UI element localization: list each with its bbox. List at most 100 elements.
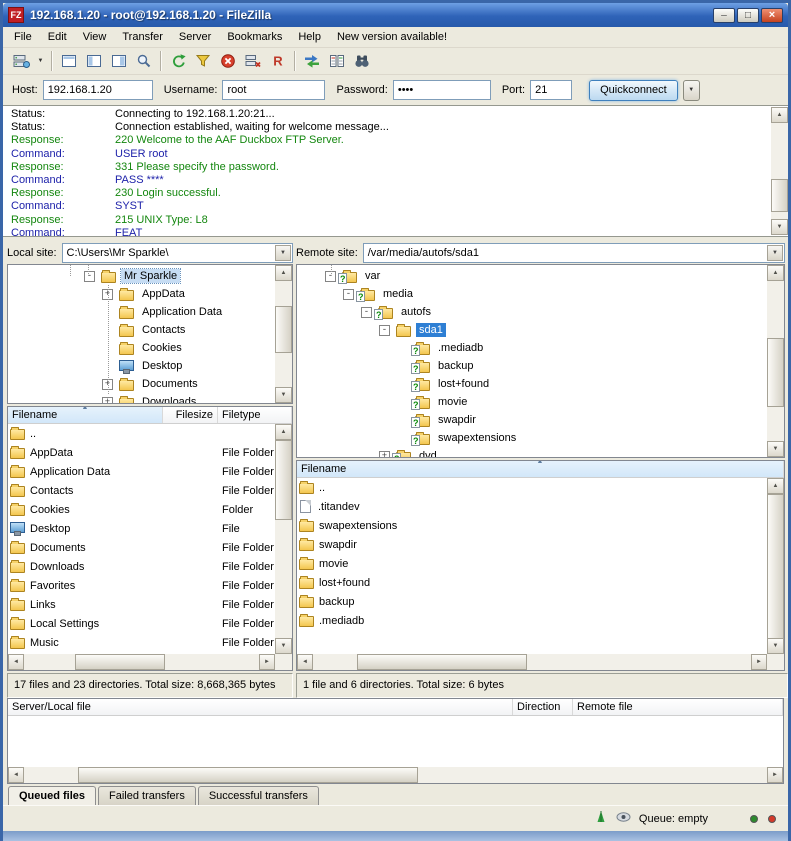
remote-site-combobox[interactable]: /var/media/autofs/sda1 bbox=[363, 243, 785, 263]
scroll-down-icon[interactable] bbox=[275, 638, 292, 654]
tree-item-mr-sparkle[interactable]: - Mr Sparkle bbox=[8, 267, 292, 285]
tree-item-documents[interactable]: + Documents bbox=[8, 375, 292, 393]
scroll-down-icon[interactable] bbox=[771, 219, 788, 235]
tree-item-backup[interactable]: backup bbox=[297, 357, 784, 375]
scroll-left-icon[interactable] bbox=[8, 767, 24, 783]
tree-item-desktop[interactable]: Desktop bbox=[8, 357, 292, 375]
tab-successful-transfers[interactable]: Successful transfers bbox=[198, 786, 319, 805]
scroll-up-icon[interactable] bbox=[275, 424, 292, 440]
collapse-toggle-icon[interactable]: - bbox=[84, 271, 95, 282]
toggle-remote-tree-button[interactable] bbox=[106, 50, 131, 73]
scrollbar-thumb[interactable] bbox=[767, 338, 784, 407]
filezilla-logo-icon[interactable]: FZ bbox=[8, 7, 24, 23]
file-row[interactable]: CookiesFolder bbox=[8, 500, 292, 519]
file-row[interactable]: DocumentsFile Folder bbox=[8, 538, 292, 557]
tree-item-contacts[interactable]: Contacts bbox=[8, 321, 292, 339]
minimize-button[interactable] bbox=[713, 8, 735, 23]
tree-item-swapdir[interactable]: swapdir bbox=[297, 411, 784, 429]
local-site-combobox[interactable]: C:\Users\Mr Sparkle\ bbox=[62, 243, 293, 263]
scroll-up-icon[interactable] bbox=[771, 107, 788, 123]
file-row[interactable]: Local SettingsFile Folder bbox=[8, 614, 292, 633]
directory-comparison-button[interactable] bbox=[324, 50, 349, 73]
host-input[interactable] bbox=[43, 80, 153, 100]
port-input[interactable] bbox=[530, 80, 572, 100]
column-header-direction[interactable]: Direction bbox=[513, 699, 573, 715]
toggle-message-log-button[interactable] bbox=[56, 50, 81, 73]
menu-item-file[interactable]: File bbox=[6, 28, 40, 46]
file-row[interactable]: Application DataFile Folder bbox=[8, 462, 292, 481]
site-manager-dropdown-icon[interactable] bbox=[34, 50, 47, 73]
toggle-queue-button[interactable] bbox=[131, 50, 156, 73]
menu-item-server[interactable]: Server bbox=[171, 28, 219, 46]
menu-item-new-version[interactable]: New version available! bbox=[329, 28, 455, 46]
column-header-remote-file[interactable]: Remote file bbox=[573, 699, 783, 715]
scrollbar-thumb[interactable] bbox=[357, 654, 527, 670]
menu-item-view[interactable]: View bbox=[75, 28, 115, 46]
collapse-toggle-icon[interactable]: - bbox=[379, 325, 390, 336]
scrollbar-thumb[interactable] bbox=[275, 306, 292, 353]
file-row[interactable]: swapdir bbox=[297, 535, 784, 554]
find-files-button[interactable] bbox=[349, 50, 374, 73]
scroll-down-icon[interactable] bbox=[767, 638, 784, 654]
file-row[interactable]: backup bbox=[297, 592, 784, 611]
disconnect-button[interactable] bbox=[240, 50, 265, 73]
expand-toggle-icon[interactable]: + bbox=[379, 451, 390, 459]
scroll-right-icon[interactable] bbox=[767, 767, 783, 783]
antenna-icon[interactable] bbox=[594, 810, 608, 828]
file-row[interactable]: .. bbox=[8, 424, 292, 443]
remote-tree-scrollbar[interactable] bbox=[767, 265, 784, 457]
tree-item-downloads[interactable]: + Downloads bbox=[8, 393, 292, 404]
queue-hscrollbar[interactable] bbox=[8, 767, 783, 783]
log-scrollbar[interactable] bbox=[771, 107, 788, 235]
local-list-scrollbar[interactable] bbox=[275, 424, 292, 654]
column-header-filetype[interactable]: Filetype bbox=[218, 407, 292, 423]
file-row[interactable]: AppDataFile Folder bbox=[8, 443, 292, 462]
chevron-down-icon[interactable] bbox=[767, 245, 783, 261]
quickconnect-button[interactable]: Quickconnect bbox=[589, 80, 678, 101]
scrollbar-thumb[interactable] bbox=[275, 440, 292, 520]
reconnect-button[interactable]: R bbox=[265, 50, 290, 73]
scroll-down-icon[interactable] bbox=[767, 441, 784, 457]
file-row[interactable]: swapextensions bbox=[297, 516, 784, 535]
file-row[interactable]: .. bbox=[297, 478, 784, 497]
tree-item-appdata[interactable]: + AppData bbox=[8, 285, 292, 303]
maximize-button[interactable] bbox=[737, 8, 759, 23]
file-row[interactable]: MusicFile Folder bbox=[8, 633, 292, 652]
password-input[interactable] bbox=[393, 80, 491, 100]
file-row[interactable]: .titandev bbox=[297, 497, 784, 516]
tree-item-sda1[interactable]: - sda1 bbox=[297, 321, 784, 339]
local-tree-scrollbar[interactable] bbox=[275, 265, 292, 403]
tree-item-dvd[interactable]: + dvd bbox=[297, 447, 784, 458]
scrollbar-thumb[interactable] bbox=[771, 179, 788, 212]
tab-queued-files[interactable]: Queued files bbox=[8, 786, 96, 805]
tab-failed-transfers[interactable]: Failed transfers bbox=[98, 786, 196, 805]
scrollbar-thumb[interactable] bbox=[767, 494, 784, 640]
tree-item-mediadb[interactable]: .mediadb bbox=[297, 339, 784, 357]
menu-item-help[interactable]: Help bbox=[290, 28, 329, 46]
menu-item-transfer[interactable]: Transfer bbox=[114, 28, 171, 46]
remote-list-scrollbar[interactable] bbox=[767, 478, 784, 654]
file-row[interactable]: DownloadsFile Folder bbox=[8, 557, 292, 576]
menu-item-edit[interactable]: Edit bbox=[40, 28, 75, 46]
cancel-button[interactable] bbox=[215, 50, 240, 73]
file-row[interactable]: .mediadb bbox=[297, 611, 784, 630]
file-row[interactable]: LinksFile Folder bbox=[8, 595, 292, 614]
remote-list-hscrollbar[interactable] bbox=[297, 654, 767, 670]
filter-button[interactable] bbox=[190, 50, 215, 73]
file-row[interactable]: movie bbox=[297, 554, 784, 573]
refresh-button[interactable] bbox=[165, 50, 190, 73]
collapse-toggle-icon[interactable]: - bbox=[343, 289, 354, 300]
scroll-up-icon[interactable] bbox=[767, 265, 784, 281]
file-row[interactable]: ContactsFile Folder bbox=[8, 481, 292, 500]
scroll-left-icon[interactable] bbox=[297, 654, 313, 670]
tree-item-application-data[interactable]: Application Data bbox=[8, 303, 292, 321]
scroll-up-icon[interactable] bbox=[767, 478, 784, 494]
column-header-filename[interactable]: Filename bbox=[297, 461, 784, 477]
scroll-right-icon[interactable] bbox=[751, 654, 767, 670]
site-manager-button[interactable] bbox=[9, 50, 34, 73]
tree-item-cookies[interactable]: Cookies bbox=[8, 339, 292, 357]
collapse-toggle-icon[interactable]: - bbox=[361, 307, 372, 318]
toggle-local-tree-button[interactable] bbox=[81, 50, 106, 73]
close-button[interactable] bbox=[761, 8, 783, 23]
scrollbar-thumb[interactable] bbox=[75, 654, 165, 670]
